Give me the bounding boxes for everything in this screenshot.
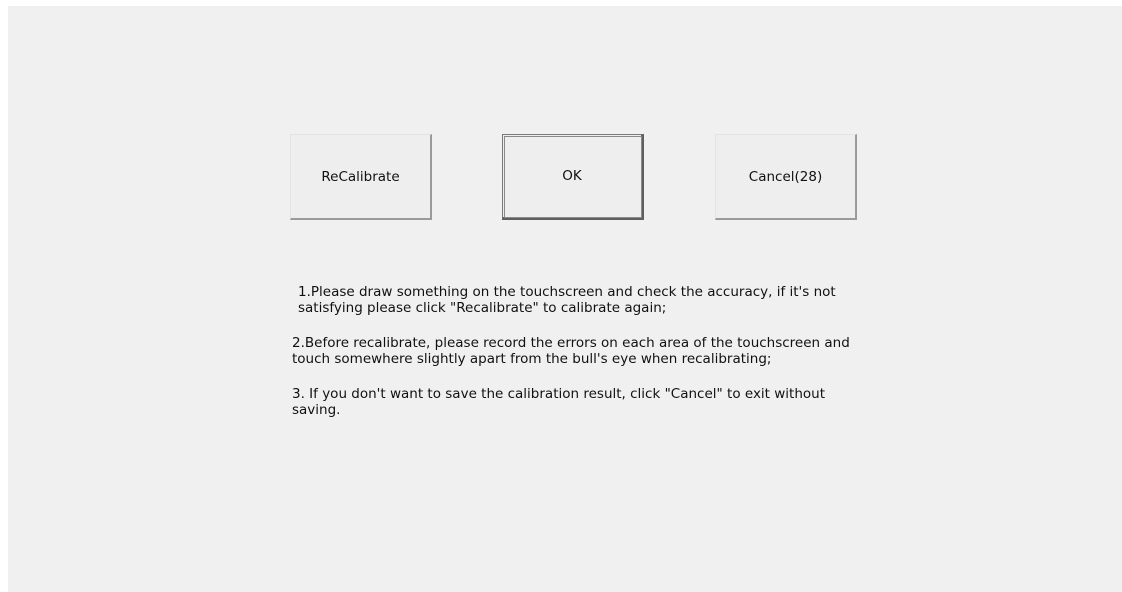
recalibrate-button-label: ReCalibrate xyxy=(321,168,400,185)
calibration-dialog: ReCalibrate OK Cancel(28) 1.Please draw … xyxy=(8,6,1122,592)
instruction-3: 3. If you don't want to save the calibra… xyxy=(292,386,826,418)
instruction-2: 2.Before recalibrate, please record the … xyxy=(292,335,850,367)
ok-button-label: OK xyxy=(562,168,582,184)
recalibrate-button[interactable]: ReCalibrate xyxy=(290,134,432,220)
instruction-1: 1.Please draw something on the touchscre… xyxy=(298,284,836,316)
cancel-button-label: Cancel(28) xyxy=(748,168,823,185)
ok-button[interactable]: OK xyxy=(502,134,644,220)
instructions-text: 1.Please draw something on the touchscre… xyxy=(292,284,872,437)
cancel-button[interactable]: Cancel(28) xyxy=(715,134,857,220)
